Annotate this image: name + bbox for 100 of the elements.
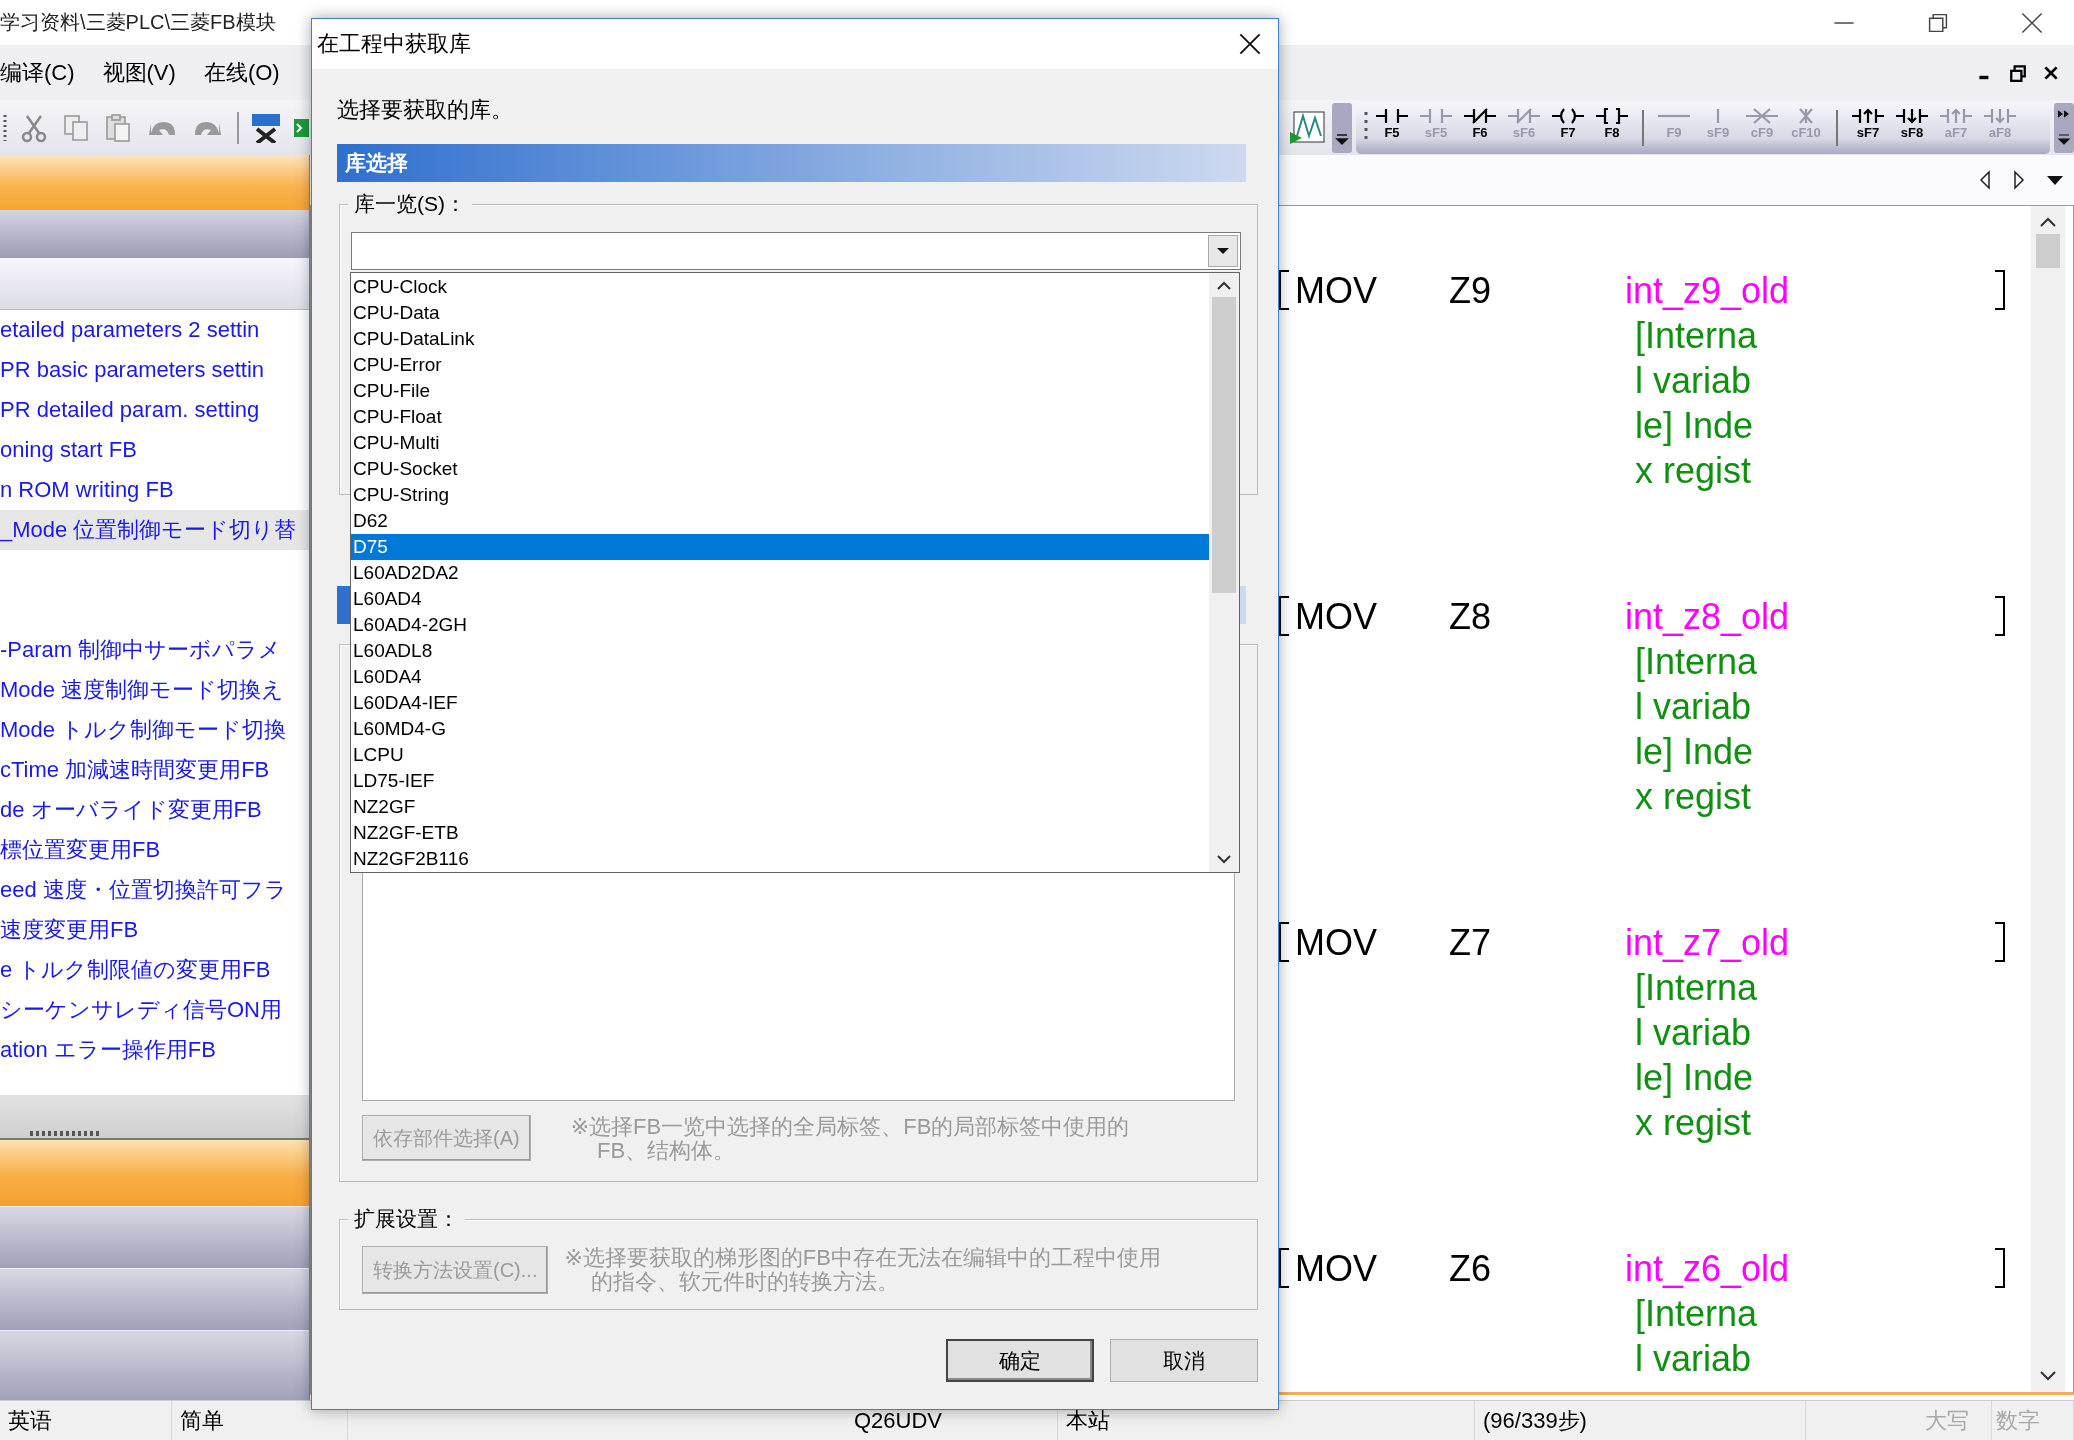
note-text: ※选择FB一览中选择的全局标签、FB的局部标签中使用的FB、结构体。 bbox=[570, 1115, 1131, 1163]
function-key-button[interactable]: sF7 bbox=[1848, 105, 1888, 150]
dropdown-option[interactable]: CPU-Socket bbox=[351, 456, 1209, 482]
device-icon[interactable] bbox=[251, 112, 281, 143]
dropdown-option[interactable]: D75 bbox=[351, 534, 1209, 560]
dropdown-option[interactable]: NZ2GF bbox=[351, 794, 1209, 820]
instruction-text: MOV bbox=[1295, 1247, 1378, 1291]
bracket-icon bbox=[1594, 106, 1630, 125]
restore-icon[interactable] bbox=[2009, 63, 2027, 82]
scroll-left-icon[interactable] bbox=[1978, 170, 1992, 190]
library-combo-box[interactable] bbox=[351, 232, 1241, 270]
rising-contact-icon bbox=[1938, 106, 1974, 125]
fb-list-item[interactable]: 標位置変更用FB bbox=[0, 830, 309, 870]
status-text: 英语 bbox=[0, 1401, 172, 1440]
window-title: 学习资料\三菱PLC\三菱FB模块 bbox=[0, 10, 276, 35]
section-header: 库选择 bbox=[337, 144, 1246, 182]
dropdown-option[interactable]: D62 bbox=[351, 508, 1209, 534]
menu-item[interactable]: 编译(C) bbox=[0, 57, 75, 88]
comment-text: l variab bbox=[1634, 359, 1752, 403]
function-key-button[interactable]: F7 bbox=[1548, 105, 1588, 150]
fb-list-item[interactable]: n ROM writing FB bbox=[0, 470, 309, 510]
dropdown-option[interactable]: CPU-Multi bbox=[351, 430, 1209, 456]
rising-contact-icon bbox=[1850, 106, 1886, 125]
closed-contact-icon bbox=[1462, 106, 1498, 125]
comment-text: le] Inde bbox=[1634, 404, 1754, 448]
dropdown-option[interactable]: CPU-Data bbox=[351, 300, 1209, 326]
close-icon[interactable] bbox=[2020, 10, 2044, 35]
dropdown-option[interactable]: L60AD2DA2 bbox=[351, 560, 1209, 586]
dropdown-option[interactable]: CPU-DataLink bbox=[351, 326, 1209, 352]
dropdown-option[interactable]: NZ2GF2B116 bbox=[351, 846, 1209, 872]
fb-list-item[interactable]: de オーバライド変更用FB bbox=[0, 790, 309, 830]
dropdown-option[interactable]: CPU-Error bbox=[351, 352, 1209, 378]
menu-item[interactable]: 视图(V) bbox=[102, 57, 176, 88]
scrollbar-thumb[interactable] bbox=[1212, 297, 1236, 593]
dropdown-option[interactable]: CPU-String bbox=[351, 482, 1209, 508]
fb-list-item[interactable]: Mode 速度制御モード切換え bbox=[0, 670, 309, 710]
dropdown-option[interactable]: L60MD4-G bbox=[351, 716, 1209, 742]
dropdown-option[interactable]: CPU-Float bbox=[351, 404, 1209, 430]
note-text: ※选择要获取的梯形图的FB中存在无法在编辑中的工程中使用的指令、软元件时的转换方法。 bbox=[564, 1246, 1162, 1294]
dropdown-option[interactable]: CPU-File bbox=[351, 378, 1209, 404]
fb-list-item[interactable]: _Mode 位置制御モード切り替 bbox=[0, 510, 309, 550]
dropdown-option[interactable]: L60AD4-2GH bbox=[351, 612, 1209, 638]
coil-icon bbox=[1550, 106, 1586, 125]
contact-icon bbox=[1418, 106, 1454, 125]
instruction-text: MOV bbox=[1295, 595, 1378, 639]
dropdown-arrow-icon[interactable] bbox=[1216, 247, 1230, 255]
falling-contact-icon bbox=[1982, 106, 2018, 125]
dropdown-option[interactable]: L60DA4 bbox=[351, 664, 1209, 690]
instruction-bracket bbox=[1995, 596, 2005, 636]
fb-list-item[interactable]: e トルク制限値の変更用FB bbox=[0, 950, 309, 990]
fb-list-item[interactable]: PR detailed param. setting bbox=[0, 390, 309, 430]
fb-list-item[interactable]: oning start FB bbox=[0, 430, 309, 470]
scroll-up-icon[interactable] bbox=[2038, 216, 2058, 228]
dropdown-option[interactable]: L60AD4 bbox=[351, 586, 1209, 612]
scrollbar-thumb[interactable] bbox=[2036, 234, 2060, 268]
comment-text: l variab bbox=[1634, 1011, 1752, 1055]
fb-list-item[interactable]: cTime 加減速時間変更用FB bbox=[0, 750, 309, 790]
function-key-button[interactable]: F5 bbox=[1372, 105, 1412, 150]
fb-list-item[interactable]: Mode トルク制御モード切換 bbox=[0, 710, 309, 750]
scroll-right-icon[interactable] bbox=[2012, 170, 2026, 190]
dropdown-option[interactable]: L60DA4-IEF bbox=[351, 690, 1209, 716]
scrollbar[interactable] bbox=[1209, 273, 1239, 872]
fb-list-item[interactable]: シーケンサレディ信号ON用 bbox=[0, 990, 309, 1030]
label-name: int_z8_old bbox=[1625, 595, 1790, 639]
grip-handle[interactable] bbox=[30, 1131, 100, 1136]
dropdown-option[interactable]: LCPU bbox=[351, 742, 1209, 768]
overflow-chevron-icon[interactable] bbox=[1332, 102, 1352, 153]
function-key-button[interactable]: F8 bbox=[1592, 105, 1632, 150]
dropdown-arrow-icon[interactable] bbox=[2046, 174, 2064, 186]
dialog-title: 在工程中获取库 bbox=[317, 30, 471, 58]
scroll-down-icon[interactable] bbox=[2038, 1370, 2058, 1382]
comment-text: [Interna bbox=[1634, 1292, 1758, 1336]
splitter-bar[interactable] bbox=[0, 1095, 309, 1140]
close-icon[interactable] bbox=[1238, 32, 1262, 56]
cancel-button[interactable]: 取消 bbox=[1110, 1339, 1258, 1382]
label-name: int_z7_old bbox=[1625, 921, 1790, 965]
dropdown-option[interactable]: NZ2GF-ETB bbox=[351, 820, 1209, 846]
comment-text: x regist bbox=[1634, 775, 1752, 819]
function-key-button[interactable]: F6 bbox=[1460, 105, 1500, 150]
overflow-chevron-icon[interactable] bbox=[2054, 102, 2074, 153]
falling-contact-icon bbox=[1894, 106, 1930, 125]
scrollbar[interactable] bbox=[2031, 206, 2065, 1392]
fb-list-item[interactable]: eed 速度・位置切換許可フラ bbox=[0, 870, 309, 910]
ok-button[interactable]: 确定 bbox=[946, 1339, 1094, 1382]
fb-list-item[interactable]: -Param 制御中サーボパラメ bbox=[0, 630, 309, 670]
fb-list-item[interactable]: etailed parameters 2 settin bbox=[0, 310, 309, 350]
comment-text: x regist bbox=[1634, 449, 1752, 493]
operand-text: Z7 bbox=[1449, 921, 1492, 965]
comment-text: le] Inde bbox=[1634, 1056, 1754, 1100]
function-key-button[interactable]: sF8 bbox=[1892, 105, 1932, 150]
fb-list-item[interactable]: ation エラー操作用FB bbox=[0, 1030, 309, 1070]
menu-item[interactable]: 在线(O) bbox=[203, 57, 280, 88]
dropdown-option[interactable]: LD75-IEF bbox=[351, 768, 1209, 794]
toolbar-grip-icon[interactable] bbox=[3, 112, 7, 143]
scroll-down-icon[interactable] bbox=[1214, 854, 1234, 866]
dropdown-option[interactable]: L60ADL8 bbox=[351, 638, 1209, 664]
fb-list-item[interactable]: PR basic parameters settin bbox=[0, 350, 309, 390]
fb-list-item[interactable]: 速度変更用FB bbox=[0, 910, 309, 950]
comment-text: le] Inde bbox=[1634, 730, 1754, 774]
dropdown-option[interactable]: CPU-Clock bbox=[351, 274, 1209, 300]
